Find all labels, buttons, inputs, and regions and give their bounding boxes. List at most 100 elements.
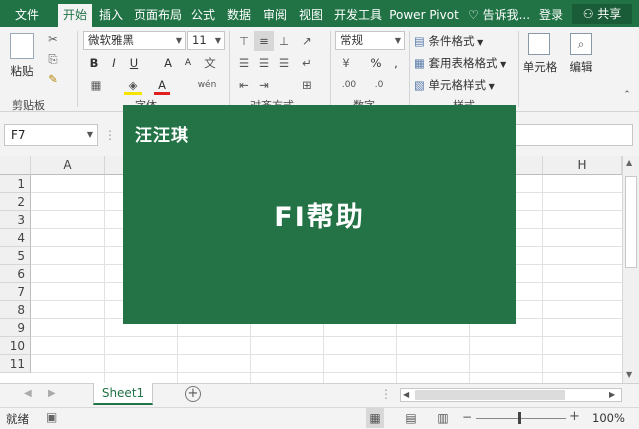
tab-data[interactable]: 数据 (224, 4, 254, 27)
wrap-text-icon[interactable]: ↵ (296, 53, 318, 73)
conditional-format-button[interactable]: ▤ 条件格式 ▼ (414, 31, 514, 51)
decrease-font-button[interactable]: A (180, 53, 196, 73)
bold-button[interactable]: B (86, 53, 102, 73)
align-bottom-icon[interactable]: ⊥ (274, 31, 294, 51)
share-button[interactable]: ⚇ 共享 (572, 4, 632, 24)
scroll-down-icon[interactable]: ▼ (626, 370, 632, 379)
increase-font-button[interactable]: A (160, 53, 176, 73)
copy-icon[interactable]: ⎘ (42, 49, 64, 69)
border-icon[interactable]: ▦ (86, 75, 106, 95)
collapse-ribbon-icon[interactable]: ⌃ (620, 85, 634, 105)
scroll-up-icon[interactable]: ▲ (626, 158, 632, 167)
zoom-slider-thumb[interactable] (518, 412, 521, 424)
format-painter-icon[interactable]: ✎ (42, 69, 64, 89)
percent-icon[interactable]: % (368, 53, 384, 73)
scrollbar-thumb[interactable] (625, 176, 637, 268)
formula-bar-splitter[interactable]: ⋮ (104, 126, 116, 144)
format-as-table-button[interactable]: ▦ 套用表格格式 ▼ (414, 53, 522, 73)
page-break-view-icon[interactable]: ▥ (434, 408, 452, 428)
merge-center-icon[interactable]: ⊞ (296, 75, 318, 95)
paste-button[interactable]: 粘贴 (6, 61, 38, 81)
row-header[interactable]: 3 (0, 211, 31, 229)
tab-home[interactable]: 开始 (58, 4, 92, 27)
comma-icon[interactable]: , (388, 53, 404, 73)
status-ready: 就绪 (6, 412, 29, 426)
wen-icon[interactable]: wén (196, 75, 218, 95)
column-header[interactable]: H (543, 156, 622, 175)
column-header[interactable]: A (31, 156, 105, 175)
row-header[interactable]: 7 (0, 283, 31, 301)
fill-color-icon[interactable]: ◈ (124, 75, 142, 95)
font-size-value: 11 (192, 33, 207, 47)
zoom-level[interactable]: 100% (592, 411, 625, 425)
decrease-indent-icon[interactable]: ⇤ (234, 75, 254, 95)
editing-button[interactable]: 编辑 (562, 57, 600, 77)
normal-view-icon[interactable]: ▦ (366, 408, 384, 428)
row-header[interactable]: 10 (0, 337, 31, 355)
phonetic-icon[interactable]: 文 (200, 53, 220, 73)
tab-power-pivot[interactable]: Power Pivot (389, 4, 459, 27)
row-header[interactable]: 9 (0, 319, 31, 337)
number-format-select[interactable]: 常规 ▼ (335, 31, 405, 50)
row-header[interactable]: 5 (0, 247, 31, 265)
increase-decimal-icon[interactable]: .00 (336, 75, 362, 95)
italic-button[interactable]: I (106, 53, 122, 73)
underline-button[interactable]: U (126, 53, 142, 73)
increase-indent-icon[interactable]: ⇥ (254, 75, 274, 95)
row-header[interactable]: 8 (0, 301, 31, 319)
row-header[interactable]: 6 (0, 265, 31, 283)
orientation-icon[interactable]: ↗ (296, 31, 318, 51)
scrollbar-thumb[interactable] (415, 390, 565, 400)
sheet-tab-bar: ◀ ▶ Sheet1 + ⋮ ◀ ▶ (0, 383, 639, 407)
row-header[interactable]: 4 (0, 229, 31, 247)
page-layout-view-icon[interactable]: ▤ (402, 408, 420, 428)
zoom-slider-track[interactable] (476, 418, 566, 419)
next-sheet-icon[interactable]: ▶ (48, 388, 56, 399)
cells-button[interactable]: 单元格 (520, 57, 560, 77)
add-sheet-icon[interactable]: + (185, 386, 201, 402)
align-top-icon[interactable]: ⊤ (234, 31, 254, 51)
prev-sheet-icon[interactable]: ◀ (24, 388, 32, 399)
row-header[interactable]: 1 (0, 175, 31, 193)
font-size-select[interactable]: 11 ▼ (187, 31, 225, 50)
macro-record-icon[interactable]: ▣ (46, 410, 57, 424)
font-name-select[interactable]: 微软雅黑 ▼ (83, 31, 186, 50)
scroll-left-icon[interactable]: ◀ (403, 389, 409, 401)
cells-icon (528, 33, 550, 55)
search-icon: ⌕ (570, 33, 592, 55)
scroll-right-icon[interactable]: ▶ (609, 389, 615, 401)
tab-review[interactable]: 审阅 (260, 4, 290, 27)
zoom-out-icon[interactable]: − (462, 410, 472, 424)
tab-splitter-icon[interactable]: ⋮ (380, 387, 392, 401)
chevron-down-icon: ▼ (175, 36, 182, 45)
table-icon: ▦ (414, 56, 429, 70)
row-header[interactable]: 11 (0, 355, 31, 373)
align-right-icon[interactable]: ☰ (274, 53, 294, 73)
select-all-corner[interactable] (0, 156, 31, 175)
currency-icon[interactable]: ¥ (336, 53, 356, 73)
cut-icon[interactable]: ✂ (42, 29, 64, 49)
group-divider (409, 31, 410, 107)
align-left-icon[interactable]: ☰ (234, 53, 254, 73)
tab-developer[interactable]: 开发工具 (331, 4, 385, 27)
name-box[interactable]: F7 ▼ (4, 124, 98, 146)
tab-view[interactable]: 视图 (296, 4, 326, 27)
font-color-icon[interactable]: A (154, 75, 170, 95)
tell-me-search[interactable]: ♡ 告诉我... (466, 4, 532, 27)
zoom-in-icon[interactable]: + (569, 409, 580, 424)
tab-file[interactable]: 文件 (8, 4, 46, 27)
sheet-tab-sheet1[interactable]: Sheet1 (93, 383, 153, 405)
vertical-scrollbar[interactable]: ▲ ▼ (622, 156, 639, 383)
align-middle-icon[interactable]: ≡ (254, 31, 274, 51)
cell-styles-button[interactable]: ▧ 单元格样式 ▼ (414, 75, 514, 95)
decrease-decimal-icon[interactable]: .0 (366, 75, 392, 95)
row-header[interactable]: 2 (0, 193, 31, 211)
tab-page-layout[interactable]: 页面布局 (130, 4, 186, 27)
number-format-value: 常规 (340, 33, 363, 47)
font-name-value: 微软雅黑 (88, 33, 134, 47)
sign-in-link[interactable]: 登录 (536, 4, 566, 27)
horizontal-scrollbar[interactable]: ◀ ▶ (400, 388, 622, 402)
tab-insert[interactable]: 插入 (96, 4, 126, 27)
tab-formulas[interactable]: 公式 (188, 4, 218, 27)
align-center-icon[interactable]: ☰ (254, 53, 274, 73)
